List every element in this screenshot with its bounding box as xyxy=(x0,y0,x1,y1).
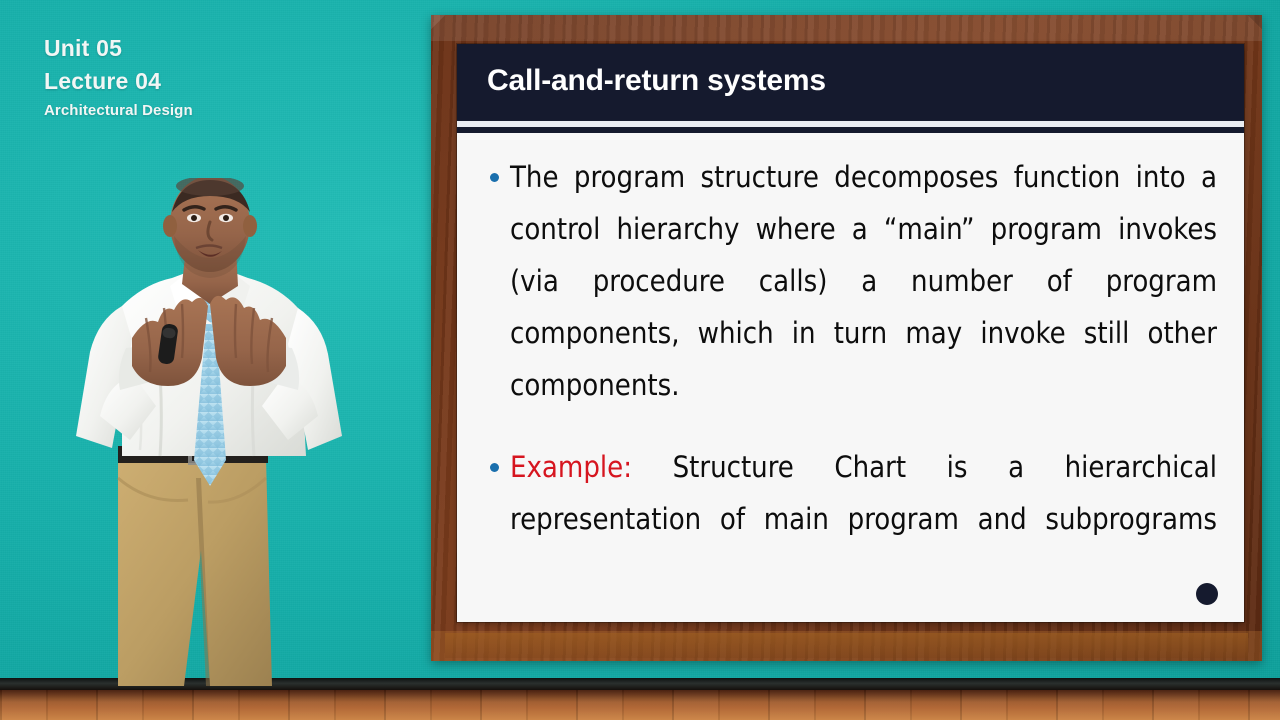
slide-bullet-list: The program structure decomposes functio… xyxy=(457,151,1244,545)
bullet-line: components, which in turn may invoke sti… xyxy=(510,316,1217,350)
presenter-figure xyxy=(60,178,370,686)
unit-label: Unit 05 xyxy=(44,35,123,61)
bullet-example-firstline: Example: Structure Chart is a hierarchic… xyxy=(510,441,1217,493)
bullet-line: control hierarchy where a “main” program… xyxy=(510,212,1217,246)
video-frame: Unit 05 Lecture 04 Architectural Design xyxy=(0,0,1280,720)
bullet-line: Structure Chart is a hierarchical xyxy=(672,450,1217,484)
slide-page-marker-dot xyxy=(1196,583,1218,605)
presentation-slide: Call-and-return systems The program stru… xyxy=(457,44,1244,622)
frame-bottom-highlight xyxy=(445,633,1248,658)
bullet-line: components. xyxy=(510,368,680,402)
slide-body: The program structure decomposes functio… xyxy=(457,133,1244,622)
slide-title-bar: Call-and-return systems xyxy=(457,44,1244,121)
presenter-trousers xyxy=(117,458,272,686)
lecture-label-block: Unit 05 Lecture 04 Architectural Design xyxy=(44,32,193,122)
bullet-line: The program structure decomposes functio… xyxy=(510,160,1217,194)
bullet-line: representation of main program and subpr… xyxy=(510,502,1217,536)
slide-title: Call-and-return systems xyxy=(487,64,826,97)
example-emphasis-text: Example: xyxy=(510,450,632,484)
course-subtitle-label: Architectural Design xyxy=(44,102,193,119)
bullet-example: Example: Structure Chart is a hierarchic… xyxy=(457,441,1244,545)
bullet-line: (via procedure calls) a number of progra… xyxy=(510,264,1217,298)
lecture-label: Lecture 04 xyxy=(44,68,162,94)
presenter-head xyxy=(163,178,257,278)
bullet-program-structure: The program structure decomposes functio… xyxy=(457,151,1244,411)
floor-sheen-overlay xyxy=(0,690,1280,720)
